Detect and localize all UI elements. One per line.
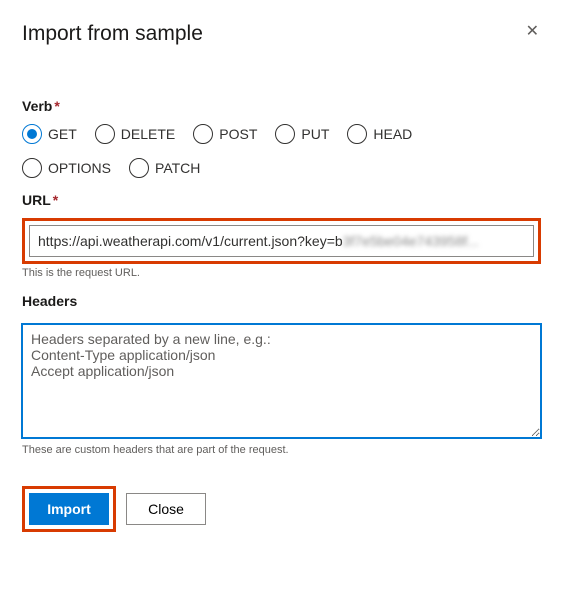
verb-radio-label: OPTIONS	[48, 160, 111, 176]
verb-radio-head[interactable]: HEAD	[347, 124, 412, 144]
verb-label: Verb*	[22, 98, 541, 114]
radio-icon	[347, 124, 367, 144]
verb-radio-post[interactable]: POST	[193, 124, 257, 144]
radio-icon	[275, 124, 295, 144]
verb-radio-delete[interactable]: DELETE	[95, 124, 175, 144]
url-value-visible: https://api.weatherapi.com/v1/current.js…	[38, 233, 343, 249]
verb-radio-label: PATCH	[155, 160, 200, 176]
verb-radio-patch[interactable]: PATCH	[129, 158, 200, 178]
radio-icon	[95, 124, 115, 144]
verb-radio-label: PUT	[301, 126, 329, 142]
import-highlight-box: Import	[22, 486, 116, 532]
verb-radio-group: GET DELETE POST PUT HEAD	[22, 124, 541, 144]
url-highlight-box: https://api.weatherapi.com/v1/current.js…	[22, 218, 541, 264]
headers-helper-text: These are custom headers that are part o…	[22, 444, 541, 456]
headers-label: Headers	[22, 293, 541, 309]
radio-icon	[22, 124, 42, 144]
headers-textarea[interactable]	[22, 324, 541, 438]
dialog-title: Import from sample	[22, 22, 203, 46]
verb-radio-get[interactable]: GET	[22, 124, 77, 144]
radio-icon	[22, 158, 42, 178]
url-value-obscured: 3f7e5be04e743958f...	[343, 233, 479, 249]
url-label: URL*	[22, 192, 541, 208]
url-helper-text: This is the request URL.	[22, 267, 541, 279]
verb-radio-label: HEAD	[373, 126, 412, 142]
close-button[interactable]: Close	[126, 493, 206, 525]
verb-radio-label: GET	[48, 126, 77, 142]
close-icon[interactable]: ✕	[524, 22, 541, 42]
verb-radio-label: DELETE	[121, 126, 175, 142]
verb-radio-label: POST	[219, 126, 257, 142]
url-input[interactable]: https://api.weatherapi.com/v1/current.js…	[29, 225, 534, 257]
radio-icon	[193, 124, 213, 144]
import-button[interactable]: Import	[29, 493, 109, 525]
verb-radio-group-row2: OPTIONS PATCH	[22, 158, 541, 178]
verb-radio-put[interactable]: PUT	[275, 124, 329, 144]
verb-radio-options[interactable]: OPTIONS	[22, 158, 111, 178]
radio-icon	[129, 158, 149, 178]
